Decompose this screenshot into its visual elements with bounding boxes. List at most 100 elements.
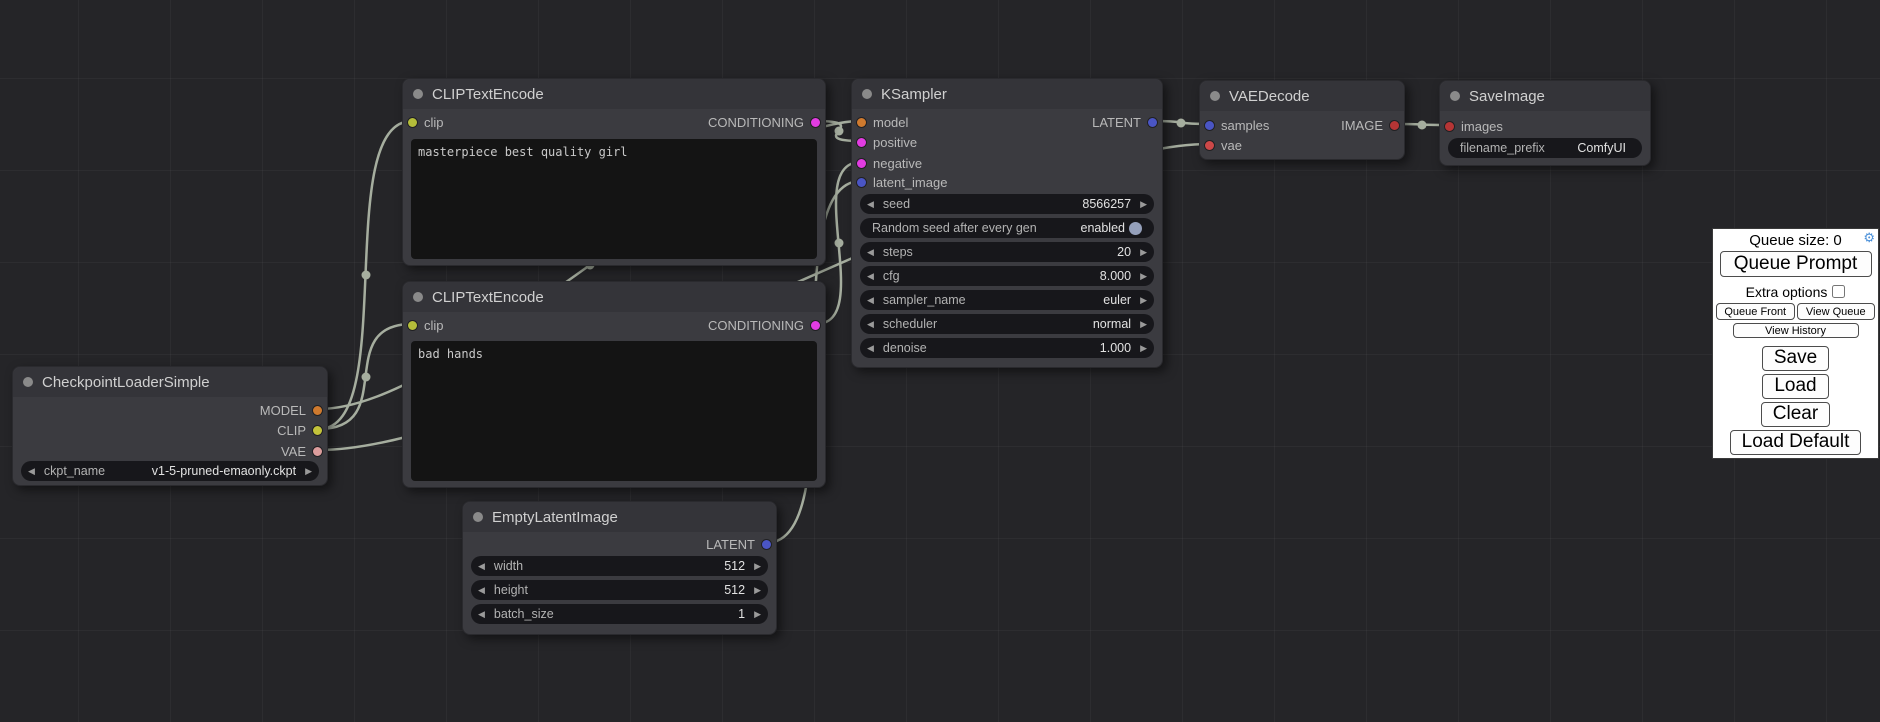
slot-dot-samples[interactable] (1205, 121, 1214, 130)
node-title-bar[interactable]: CheckpointLoaderSimple (13, 367, 327, 397)
node-title-bar[interactable]: CLIPTextEncode (403, 79, 825, 109)
queue-front-button[interactable]: Queue Front (1716, 303, 1795, 320)
toggle-dot-icon[interactable] (1129, 222, 1142, 235)
decrement-arrow-icon[interactable]: ◀ (867, 272, 874, 281)
input-slot-vae[interactable]: vae (1205, 135, 1242, 155)
collapse-dot-icon[interactable] (413, 292, 423, 302)
widget-cfg[interactable]: ◀ cfg 8.000 ▶ (860, 266, 1154, 286)
slot-dot-images[interactable] (1445, 122, 1454, 131)
load-default-button[interactable]: Load Default (1730, 430, 1862, 455)
node-saveimage[interactable]: SaveImage images filename_prefix ComfyUI (1439, 80, 1651, 166)
load-button[interactable]: Load (1762, 374, 1828, 399)
widget-sampler-name[interactable]: ◀ sampler_name euler ▶ (860, 290, 1154, 310)
increment-arrow-icon[interactable]: ▶ (1140, 200, 1147, 209)
decrement-arrow-icon[interactable]: ◀ (867, 296, 874, 305)
increment-arrow-icon[interactable]: ▶ (754, 610, 761, 619)
decrement-arrow-icon[interactable]: ◀ (867, 248, 874, 257)
output-slot-latent[interactable]: LATENT (706, 534, 771, 554)
extra-options-checkbox[interactable] (1832, 285, 1845, 298)
output-slot-clip[interactable]: CLIP (277, 420, 322, 440)
clear-button[interactable]: Clear (1761, 402, 1830, 427)
collapse-dot-icon[interactable] (23, 377, 33, 387)
increment-arrow-icon[interactable]: ▶ (1140, 248, 1147, 257)
input-slot-clip[interactable]: clip (408, 315, 444, 335)
widget-random-seed[interactable]: Random seed after every gen enabled (860, 218, 1154, 238)
widget-width[interactable]: ◀ width 512 ▶ (471, 556, 768, 576)
slot-dot-clip[interactable] (408, 118, 417, 127)
node-ksampler[interactable]: KSampler model positive negative latent_… (851, 78, 1163, 368)
node-cliptextencode-positive[interactable]: CLIPTextEncode clip CONDITIONING masterp… (402, 78, 826, 266)
widget-ckpt-name[interactable]: ◀ ckpt_name v1-5-pruned-emaonly.ckpt ▶ (21, 461, 319, 481)
settings-gear-icon[interactable]: ⚙ (1863, 231, 1875, 244)
slot-dot-latent[interactable] (1148, 118, 1157, 127)
input-slot-clip[interactable]: clip (408, 112, 444, 132)
widget-batch-size[interactable]: ◀ batch_size 1 ▶ (471, 604, 768, 624)
decrement-arrow-icon[interactable]: ◀ (867, 344, 874, 353)
node-title-bar[interactable]: CLIPTextEncode (403, 282, 825, 312)
decrement-arrow-icon[interactable]: ◀ (478, 562, 485, 571)
slot-dot-positive[interactable] (857, 138, 866, 147)
slot-dot-vae[interactable] (1205, 141, 1214, 150)
increment-arrow-icon[interactable]: ▶ (754, 562, 761, 571)
prompt-textarea-positive[interactable]: masterpiece best quality girl (411, 139, 817, 259)
increment-arrow-icon[interactable]: ▶ (1140, 344, 1147, 353)
output-slot-latent[interactable]: LATENT (1092, 112, 1157, 132)
output-slot-model[interactable]: MODEL (260, 400, 322, 420)
slot-dot-model[interactable] (857, 118, 866, 127)
increment-arrow-icon[interactable]: ▶ (1140, 296, 1147, 305)
view-queue-button[interactable]: View Queue (1797, 303, 1876, 320)
node-vaedecode[interactable]: VAEDecode samples vae IMAGE (1199, 80, 1405, 160)
input-slot-negative[interactable]: negative (857, 153, 922, 173)
node-title-bar[interactable]: KSampler (852, 79, 1162, 109)
slot-dot-clip[interactable] (313, 426, 322, 435)
slot-dot-image[interactable] (1390, 121, 1399, 130)
node-cliptextencode-negative[interactable]: CLIPTextEncode clip CONDITIONING bad han… (402, 281, 826, 488)
slot-dot-latent[interactable] (762, 540, 771, 549)
decrement-arrow-icon[interactable]: ◀ (867, 320, 874, 329)
collapse-dot-icon[interactable] (413, 89, 423, 99)
prompt-textarea-negative[interactable]: bad hands (411, 341, 817, 481)
node-title-bar[interactable]: VAEDecode (1200, 81, 1404, 111)
widget-steps[interactable]: ◀ steps 20 ▶ (860, 242, 1154, 262)
slot-dot-latent-image[interactable] (857, 178, 866, 187)
slot-dot-model[interactable] (313, 406, 322, 415)
decrement-arrow-icon[interactable]: ◀ (28, 467, 35, 476)
input-slot-images[interactable]: images (1445, 116, 1503, 136)
collapse-dot-icon[interactable] (862, 89, 872, 99)
view-history-button[interactable]: View History (1733, 323, 1859, 338)
slot-dot-conditioning[interactable] (811, 118, 820, 127)
output-slot-vae[interactable]: VAE (281, 441, 322, 461)
widget-seed[interactable]: ◀ seed 8566257 ▶ (860, 194, 1154, 214)
decrement-arrow-icon[interactable]: ◀ (867, 200, 874, 209)
increment-arrow-icon[interactable]: ▶ (305, 467, 312, 476)
widget-filename-prefix[interactable]: filename_prefix ComfyUI (1448, 138, 1642, 158)
collapse-dot-icon[interactable] (473, 512, 483, 522)
widget-height[interactable]: ◀ height 512 ▶ (471, 580, 768, 600)
output-slot-image[interactable]: IMAGE (1341, 115, 1399, 135)
save-button[interactable]: Save (1762, 346, 1829, 371)
node-title-bar[interactable]: SaveImage (1440, 81, 1650, 111)
output-slot-conditioning[interactable]: CONDITIONING (708, 315, 820, 335)
output-slot-conditioning[interactable]: CONDITIONING (708, 112, 820, 132)
decrement-arrow-icon[interactable]: ◀ (478, 586, 485, 595)
slot-dot-negative[interactable] (857, 159, 866, 168)
node-title-bar[interactable]: EmptyLatentImage (463, 502, 776, 532)
increment-arrow-icon[interactable]: ▶ (1140, 320, 1147, 329)
slot-dot-conditioning[interactable] (811, 321, 820, 330)
input-slot-latent-image[interactable]: latent_image (857, 172, 947, 192)
widget-scheduler[interactable]: ◀ scheduler normal ▶ (860, 314, 1154, 334)
increment-arrow-icon[interactable]: ▶ (754, 586, 761, 595)
node-emptylatentimage[interactable]: EmptyLatentImage LATENT ◀ width 512 ▶ ◀ … (462, 501, 777, 635)
slot-dot-vae[interactable] (313, 447, 322, 456)
increment-arrow-icon[interactable]: ▶ (1140, 272, 1147, 281)
decrement-arrow-icon[interactable]: ◀ (478, 610, 485, 619)
slot-dot-clip[interactable] (408, 321, 417, 330)
input-slot-model[interactable]: model (857, 112, 908, 132)
widget-denoise[interactable]: ◀ denoise 1.000 ▶ (860, 338, 1154, 358)
queue-prompt-button[interactable]: Queue Prompt (1720, 251, 1872, 277)
comfyui-canvas[interactable]: CheckpointLoaderSimple MODEL CLIP VAE ◀ … (0, 0, 1880, 722)
collapse-dot-icon[interactable] (1210, 91, 1220, 101)
input-slot-positive[interactable]: positive (857, 132, 917, 152)
input-slot-samples[interactable]: samples (1205, 115, 1269, 135)
node-checkpointloadersimple[interactable]: CheckpointLoaderSimple MODEL CLIP VAE ◀ … (12, 366, 328, 486)
